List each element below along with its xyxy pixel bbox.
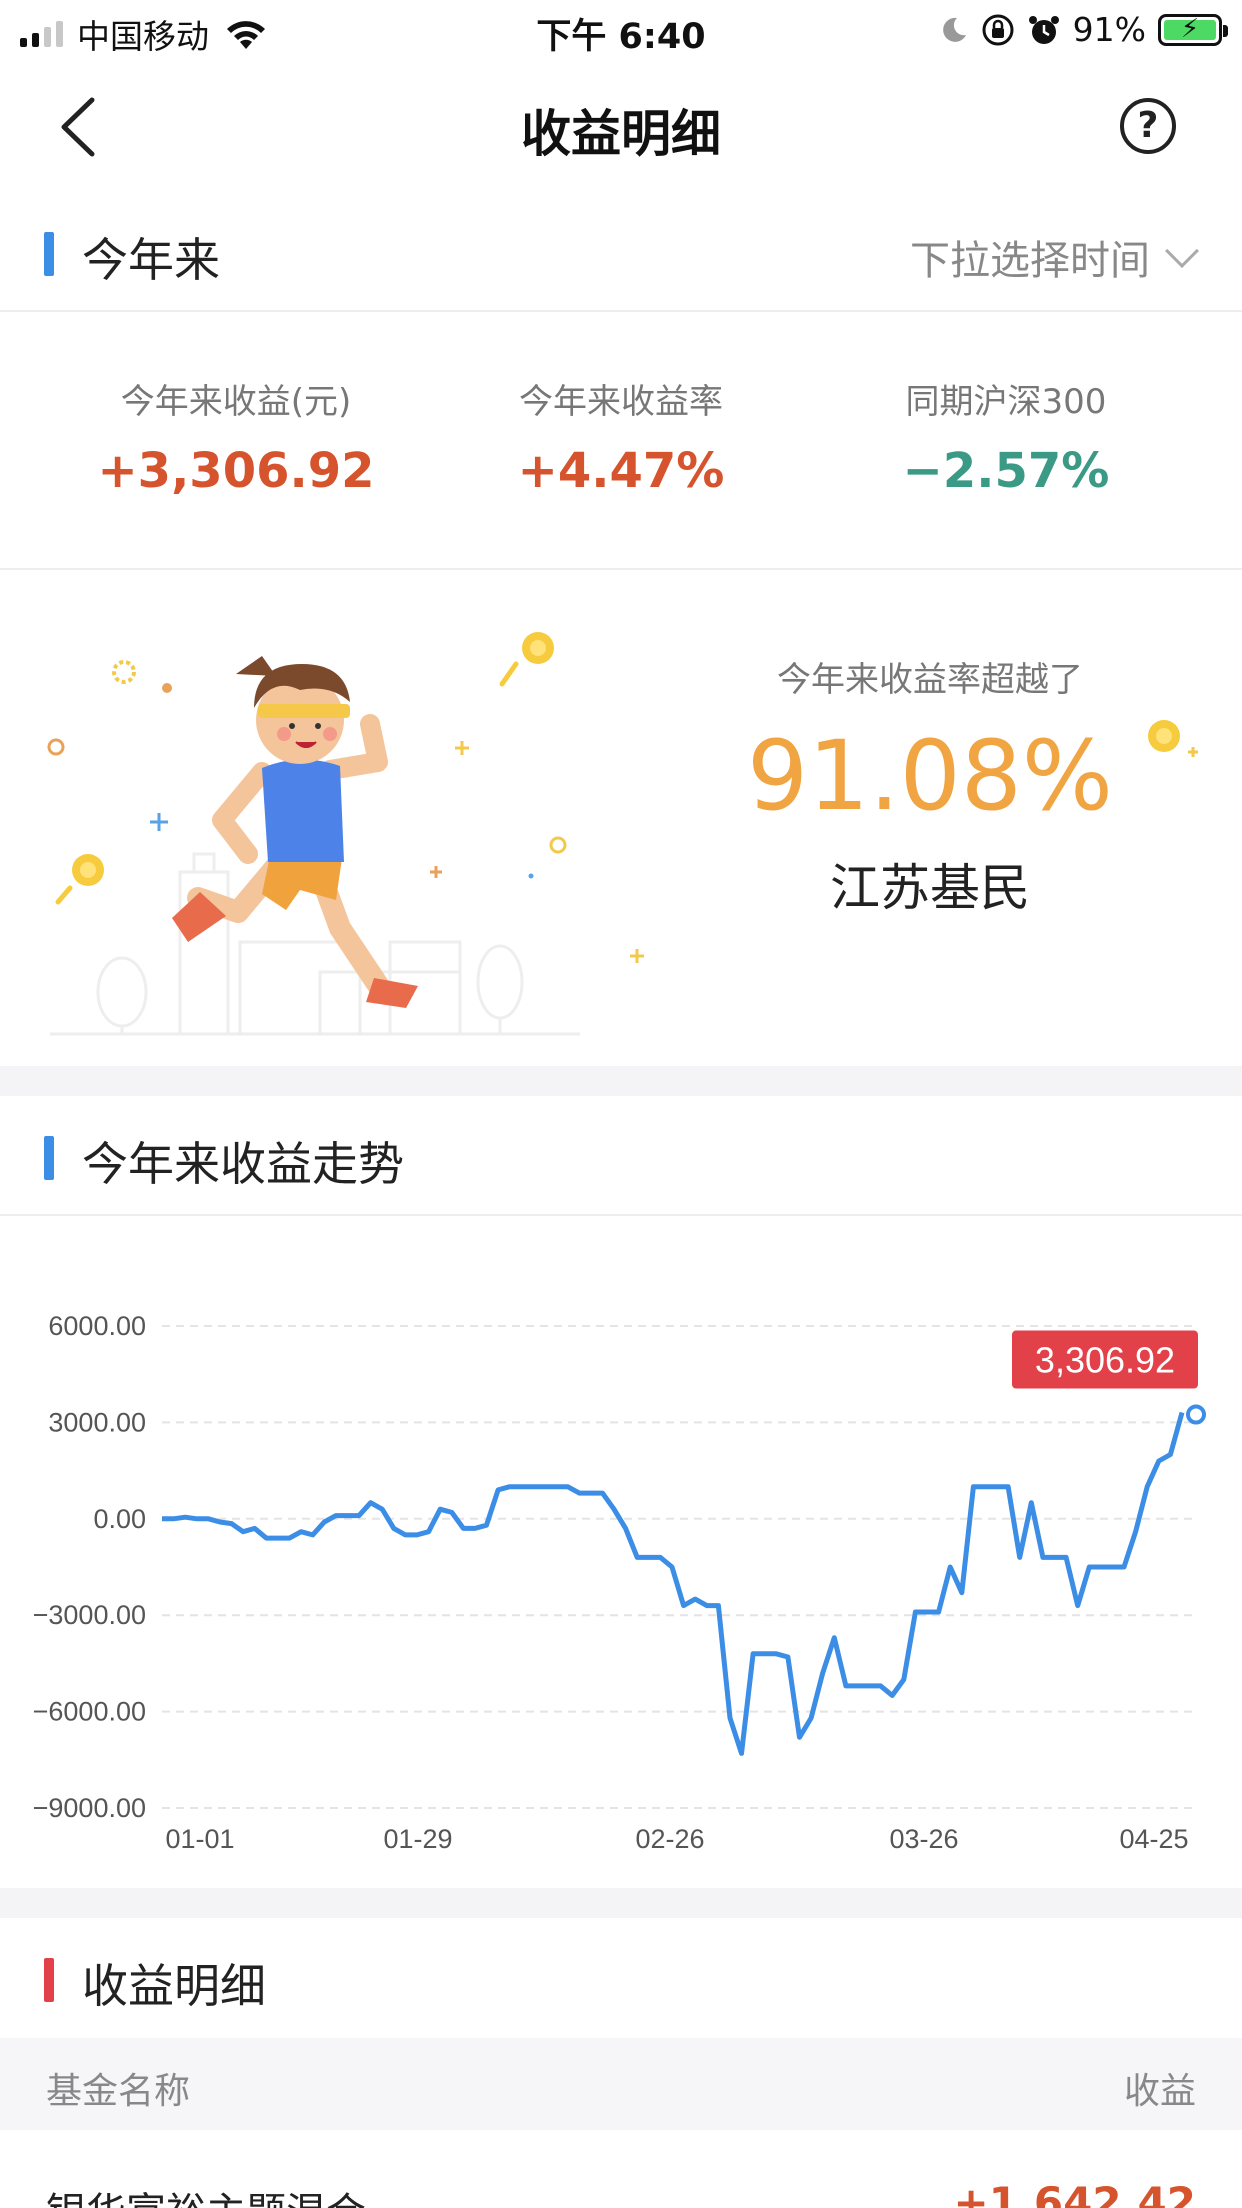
- column-header-earnings: 收益: [1123, 2071, 1196, 2112]
- beat-percentage: 91.08%: [746, 720, 1114, 832]
- table-header: 基金名称 收益: [0, 2038, 1242, 2130]
- detail-section-header: 收益明细: [0, 1918, 1242, 2038]
- stat-ytd-return-rate: 今年来收益率 +4.47%: [421, 374, 821, 499]
- y-tick-label: 6000.00: [48, 1311, 146, 1341]
- section-divider: [0, 1888, 1242, 1918]
- beat-label: 今年来收益率超越了: [777, 660, 1083, 700]
- moon-icon: [942, 17, 966, 42]
- battery-percent: 91%: [1072, 10, 1146, 49]
- x-tick-label: 01-29: [383, 1824, 452, 1854]
- y-tick-label: −3000.00: [33, 1600, 146, 1630]
- section-accent-bar: [44, 232, 54, 276]
- value-tooltip-label: 3,306.92: [1035, 1340, 1175, 1381]
- stat-value: +3,306.92: [97, 443, 375, 499]
- x-tick-label: 02-26: [635, 1824, 704, 1854]
- table-row[interactable]: 银华富裕主题混合 +1,642.42: [0, 2132, 1242, 2208]
- fund-earnings: +1,642.42: [953, 2178, 1196, 2208]
- stat-ytd-earnings: 今年来收益(元) +3,306.92: [36, 374, 436, 499]
- fund-name: 银华富裕主题混合: [46, 2180, 366, 2208]
- chevron-down-icon: [1165, 234, 1199, 268]
- y-tick-label: 3000.00: [48, 1407, 146, 1437]
- stat-label: 今年来收益(元): [120, 382, 352, 422]
- section-accent-bar: [44, 1958, 54, 2002]
- y-tick-label: −6000.00: [33, 1697, 146, 1727]
- detail-section-title: 收益明细: [82, 1959, 266, 2013]
- time-range-dropdown[interactable]: 下拉选择时间: [910, 228, 1199, 286]
- nav-bar: 收益明细 ?: [0, 62, 1242, 192]
- section-divider: [0, 1066, 1242, 1096]
- beat-group: 江苏基民: [830, 859, 1030, 917]
- endpoint-marker: [1186, 1404, 1206, 1425]
- status-bar: 中国移动 下午 6:40 91% ⚡: [0, 0, 1242, 62]
- stat-value: +4.47%: [517, 443, 725, 499]
- series-line: [162, 1411, 1185, 1756]
- battery-icon: ⚡: [1158, 13, 1228, 46]
- rank-banner: 今年来收益率超越了 91.08% 江苏基民: [0, 572, 1242, 1066]
- chart-canvas: 6000.00 3000.00 0.00 −3000.00 −6000.00 −9000.…: [33, 1311, 1206, 1854]
- column-header-fund-name: 基金名称: [46, 2071, 191, 2112]
- y-tick-label: 0.00: [93, 1504, 146, 1534]
- stat-csi300: 同期沪深300 −2.57%: [806, 374, 1206, 499]
- page-title: 收益明细: [521, 105, 721, 163]
- stat-value: −2.57%: [902, 443, 1110, 499]
- trend-section-header: 今年来收益走势: [0, 1096, 1242, 1216]
- x-tick-label: 01-01: [165, 1824, 234, 1854]
- orientation-lock-icon: [982, 14, 1014, 45]
- time-range-dropdown-label: 下拉选择时间: [910, 238, 1150, 284]
- earnings-trend-chart[interactable]: 6000.00 3000.00 0.00 −3000.00 −6000.00 −9000.…: [0, 1216, 1242, 1886]
- x-tick-label: 04-25: [1119, 1824, 1188, 1854]
- y-tick-label: −9000.00: [33, 1793, 146, 1823]
- period-section-title: 今年来: [82, 233, 220, 287]
- runner-illustration: [47, 632, 644, 1036]
- period-section-header: 今年来 下拉选择时间: [0, 192, 1242, 312]
- runner-figure: [172, 656, 418, 1008]
- trend-section-title: 今年来收益走势: [82, 1137, 404, 1191]
- alarm-icon: [1028, 15, 1059, 44]
- x-tick-label: 03-26: [889, 1824, 958, 1854]
- stat-label: 同期沪深300: [905, 382, 1107, 422]
- earnings-summary: 今年来收益(元) +3,306.92 今年来收益率 +4.47% 同期沪深300…: [0, 312, 1242, 570]
- help-icon[interactable]: ?: [1120, 98, 1176, 154]
- section-accent-bar: [44, 1136, 54, 1180]
- stat-label: 今年来收益率: [519, 382, 723, 422]
